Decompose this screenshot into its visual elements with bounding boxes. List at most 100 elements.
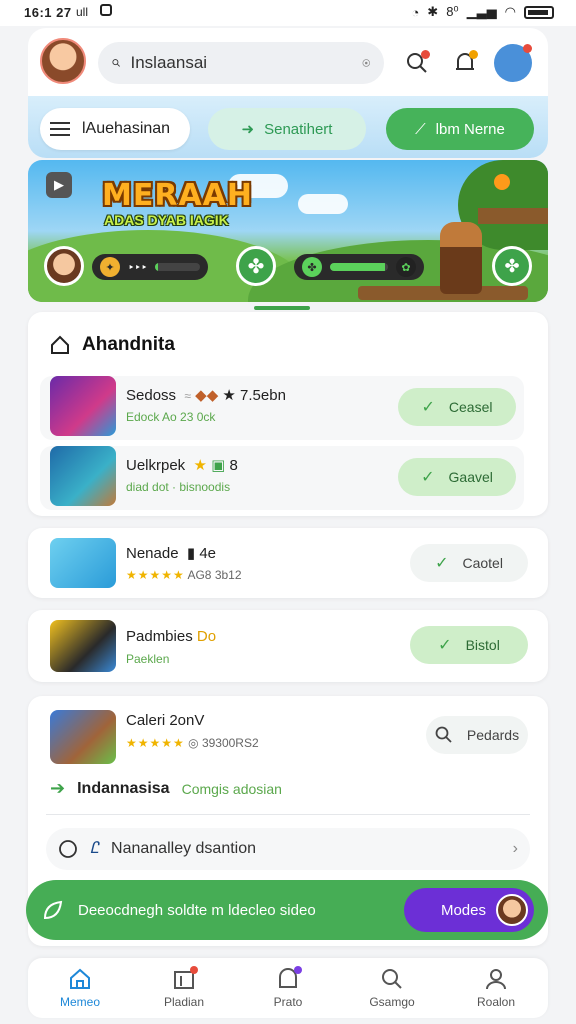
game-card[interactable]: Padmbies Do Paeklen ✓ Bistol xyxy=(28,610,548,682)
game-subtitle: ADAS DYAB IAGIK xyxy=(104,212,229,228)
action-clover-icon[interactable]: ✤ xyxy=(492,246,532,286)
card-action-button[interactable]: ✓ Caotel xyxy=(410,544,528,582)
signal-indicator: ull xyxy=(76,5,89,19)
header-card: lAuehasinan ➜ Senatihert ⟋ lbm Nerne xyxy=(28,28,548,158)
search-button[interactable] xyxy=(400,46,434,80)
primary-pill-label: lbm Nerne xyxy=(435,120,505,138)
modes-label: Modes xyxy=(440,901,486,919)
card-action-button[interactable]: ✓ Bistol xyxy=(410,626,528,664)
stat-left-fill xyxy=(155,263,158,271)
primary-pill[interactable]: ⟋ lbm Nerne xyxy=(386,108,534,150)
search-icon xyxy=(435,726,452,743)
detail-link-sub: Comgis adosian xyxy=(181,780,282,797)
game-character xyxy=(440,222,482,294)
nav-label: Memeo xyxy=(59,995,100,1009)
menu-pill-label: lAuehasinan xyxy=(82,120,171,137)
game-thumbnail xyxy=(50,620,116,672)
notification-dot xyxy=(190,966,198,974)
game-thumbnail xyxy=(50,710,116,764)
edit-icon: ⟋ xyxy=(415,120,426,138)
play-icon[interactable]: ▶ xyxy=(46,172,72,198)
nav-label: Gsamgo xyxy=(369,995,415,1009)
search-icon xyxy=(112,59,120,67)
game-card[interactable]: Nenade ▮ 4e ★★★★★ AG8 3b12 ✓ Caotel xyxy=(28,528,548,598)
arrow-right-icon: ➔ xyxy=(50,778,66,798)
nav-label: Pladian xyxy=(163,995,205,1009)
search-input[interactable] xyxy=(130,53,352,73)
leaf-icon xyxy=(43,900,63,920)
check-icon: ✓ xyxy=(435,555,449,572)
nav-home[interactable]: Memeo xyxy=(28,958,132,1018)
divider xyxy=(46,814,530,815)
action-bar-label: Deeocdnegh soldte m ldecleo sideo xyxy=(78,901,316,919)
user-avatar[interactable] xyxy=(40,38,86,84)
alarm-icon: ◔ xyxy=(411,4,420,20)
detail-row[interactable]: Ꮭ Nananalley dsantion › xyxy=(46,828,530,870)
bottom-nav: Memeo Pladian Prato Gsamgo Roalon xyxy=(28,958,548,1018)
battery-icon xyxy=(524,5,554,19)
player-avatar[interactable] xyxy=(44,246,84,286)
stat-right-fill xyxy=(330,263,386,271)
banner-page-indicator xyxy=(254,306,310,310)
stat-bar-right: ✤ ✿ xyxy=(294,254,424,280)
nav-user[interactable]: Roalon xyxy=(444,958,548,1018)
item-action-button[interactable]: ✓ Ceasel xyxy=(398,388,516,426)
stat-left-label: ‣‣‣ xyxy=(128,261,148,274)
notifications-button[interactable] xyxy=(448,46,482,80)
modes-button[interactable]: Modes xyxy=(404,888,534,932)
voice-search-icon[interactable] xyxy=(362,53,371,73)
potion-icon: ✦ xyxy=(100,257,120,277)
game-title: MERAAH xyxy=(102,178,253,213)
action-bar[interactable]: Deeocdnegh soldte m ldecleo sideo Modes xyxy=(26,880,548,940)
stat-right-progress xyxy=(330,263,388,271)
home-icon xyxy=(68,967,92,991)
glyph-icon: Ꮭ xyxy=(90,840,100,857)
check-icon: ✓ xyxy=(421,469,435,486)
nav-search[interactable]: Gsamgo xyxy=(340,958,444,1018)
chevron-right-icon: › xyxy=(512,840,518,857)
section-title: Ahandnita xyxy=(82,334,175,355)
card-title: Nenade ▮ 4e xyxy=(126,545,217,562)
game-thumbnail xyxy=(50,538,116,588)
notification-dot xyxy=(294,966,302,974)
notification-icon xyxy=(100,4,112,16)
avatar xyxy=(496,894,528,926)
detail-link-label: Indannasisa xyxy=(77,779,170,797)
item-action-label: Ceasel xyxy=(448,399,493,415)
profile-avatar-button[interactable] xyxy=(494,44,532,82)
item-subtitle: Edock Ao 23 0ck xyxy=(126,410,216,424)
games-section-card: Ahandnita Sedoss ≈ ◆◆ ★ 7.5ebn Edock Ao … xyxy=(28,312,548,516)
section-header: Ahandnita xyxy=(50,334,175,356)
gem-icon: ✿ xyxy=(396,257,416,277)
user-icon xyxy=(484,967,508,991)
secondary-pill[interactable]: ➜ Senatihert xyxy=(208,108,366,150)
stat-bar-left: ✦ ‣‣‣ xyxy=(92,254,208,280)
detail-link[interactable]: ➔ Indannasisa Comgis adosian xyxy=(50,778,282,799)
cellular-icon: ▁▃▅ xyxy=(466,4,497,19)
notification-dot xyxy=(469,50,478,59)
nav-label: Prato xyxy=(273,995,303,1009)
list-item[interactable]: Sedoss ≈ ◆◆ ★ 7.5ebn Edock Ao 23 0ck ✓ C… xyxy=(40,376,524,440)
card-subtitle: Paeklen xyxy=(126,652,170,666)
search-icon xyxy=(380,967,404,991)
clover-icon[interactable]: ✤ xyxy=(236,246,276,286)
banner-platform xyxy=(478,208,548,224)
search-bar[interactable] xyxy=(98,42,384,84)
nav-calendar[interactable]: Pladian xyxy=(132,958,236,1018)
status-bar: 16:1 27 ull ◔ ✱ 8⁰ ▁▃▅ ◠ xyxy=(0,0,576,26)
banner-cloud xyxy=(298,194,348,214)
nav-profile[interactable]: Prato xyxy=(236,958,340,1018)
item-action-button[interactable]: ✓ Gaavel xyxy=(398,458,516,496)
arrow-right-icon: ➜ xyxy=(241,121,255,138)
detail-action-label: Pedards xyxy=(466,727,520,743)
list-item[interactable]: Uelkrpek ★ ▣ 8 diad dot · bisnoodis ✓ Ga… xyxy=(40,446,524,510)
detail-action-button[interactable]: Pedards xyxy=(426,716,528,754)
item-title: Sedoss ≈ ◆◆ ★ 7.5ebn xyxy=(126,387,286,404)
hamburger-menu-icon xyxy=(50,122,70,136)
game-thumbnail xyxy=(50,376,116,436)
item-title: Uelkrpek ★ ▣ 8 xyxy=(126,457,238,474)
stat-left-progress xyxy=(155,263,200,271)
chat-icon xyxy=(59,840,77,858)
menu-pill[interactable]: lAuehasinan xyxy=(40,108,190,150)
game-banner[interactable]: ▶ MERAAH ADAS DYAB IAGIK ✦ ‣‣‣ ✤ ✤ ✿ ✤ xyxy=(28,160,548,302)
